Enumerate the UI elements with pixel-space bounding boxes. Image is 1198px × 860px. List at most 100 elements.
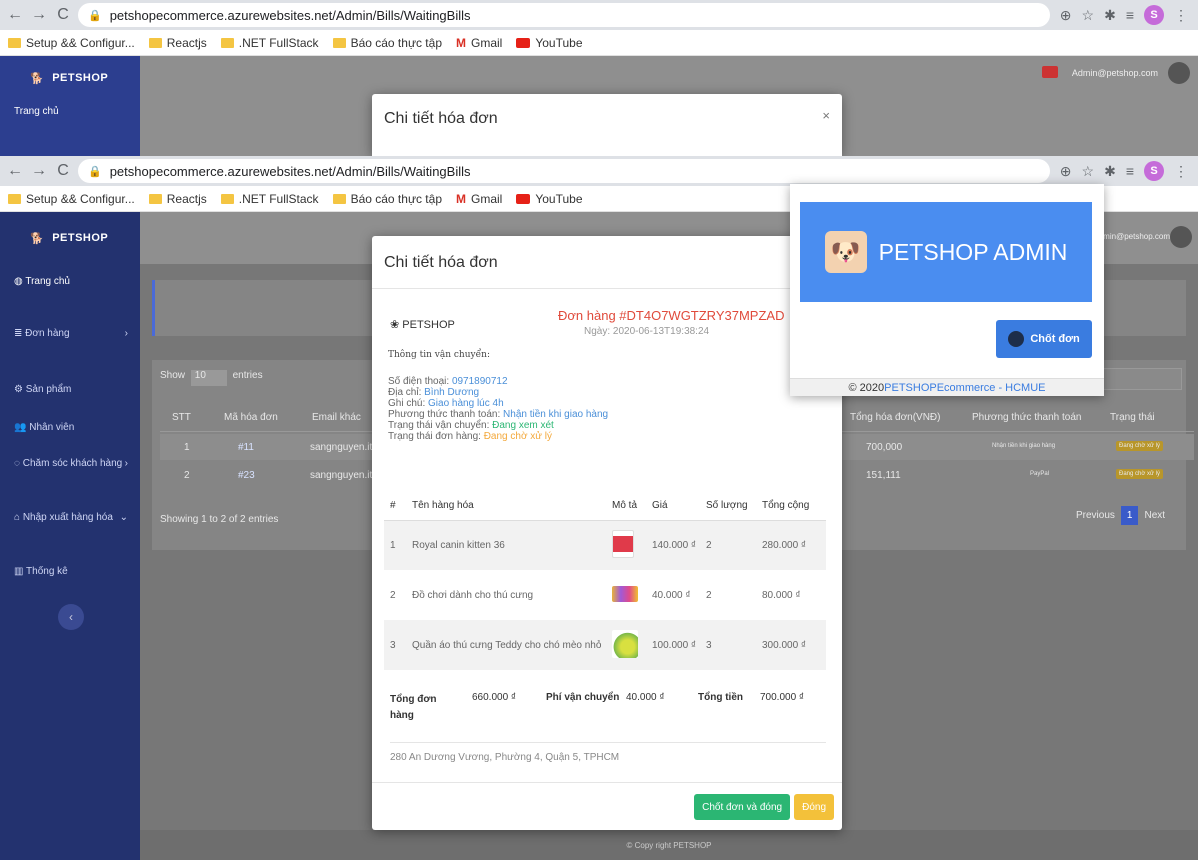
bookmark[interactable]: YouTube [516, 192, 583, 206]
dog-logo-icon: 🐶 [824, 231, 867, 273]
profile-avatar[interactable]: S [1144, 5, 1164, 25]
modal-actions: Chốt đơn và đóng Đóng [694, 794, 834, 820]
puzzle-icon[interactable]: ✱ [1104, 163, 1116, 180]
col-status[interactable]: Trạng thái [1110, 412, 1155, 423]
close-order-button[interactable]: Chốt đơn [996, 320, 1092, 358]
sidebar-item-inventory[interactable]: ⌂ Nhập xuất hàng hóa ⌄ [0, 506, 140, 528]
folder-icon [8, 193, 21, 204]
shipping-info: Số điện thoại: 0971890712 Địa chỉ: Bình … [388, 376, 608, 442]
pager-previous[interactable]: Previous [1076, 510, 1115, 521]
gear-icon: ⚙ [14, 383, 26, 395]
admin-card-footer: © 2020 PETSHOPEcommerce - HCMUE [790, 378, 1104, 396]
order-date: Ngày: 2020-06-13T19:38:24 [584, 326, 710, 337]
collapse-sidebar-button[interactable]: ‹ [58, 604, 84, 630]
star-icon[interactable]: ☆ [1082, 163, 1095, 180]
extensions: ⊕ ☆ ✱ ≡ S ⋮ [1050, 5, 1198, 25]
list-icon: ≣ [14, 327, 26, 339]
close-button[interactable]: Đóng [794, 794, 834, 820]
menu-list-icon[interactable]: ≡ [1126, 163, 1134, 179]
nav-buttons: ← → C [0, 162, 78, 180]
modal-title: Chi tiết hóa đơn [384, 254, 498, 271]
pager-page[interactable]: 1 [1120, 506, 1139, 525]
reload-icon[interactable]: C [54, 162, 72, 180]
kebab-icon[interactable]: ⋮ [1174, 163, 1188, 180]
sidebar-item-orders[interactable]: ≣ Đơn hàng › [0, 322, 140, 344]
user-email[interactable]: dmin@petshop.com [1099, 232, 1170, 241]
chevron-right-icon: › [124, 457, 128, 469]
reload-icon[interactable]: C [54, 6, 72, 24]
puzzle-icon[interactable]: ✱ [1104, 7, 1116, 24]
items-header-row: # Tên hàng hóa Mô tả Giá Số lượng Tổng c… [384, 492, 826, 521]
kebab-icon[interactable]: ⋮ [1174, 7, 1188, 24]
col-payment[interactable]: Phương thức thanh toán [972, 412, 1081, 423]
bookmark[interactable]: .NET FullStack [220, 192, 319, 206]
close-icon[interactable]: × [822, 108, 830, 123]
info-order-status: Trạng thái đơn hàng: Đang chờ xử lý [388, 431, 552, 442]
forward-icon[interactable]: → [30, 6, 48, 24]
avatar[interactable] [1170, 226, 1192, 248]
brand-logo[interactable]: 🐕 PETSHOP [0, 56, 140, 100]
divider [372, 782, 842, 783]
sidebar-item-customer-care[interactable]: ◌ Chăm sóc khách hàng › [0, 452, 140, 474]
back-icon[interactable]: ← [6, 6, 24, 24]
sidebar-item-home[interactable]: Trang chủ [0, 100, 140, 122]
showing-entries: Showing 1 to 2 of 2 entries [160, 514, 279, 525]
sidebar: 🐕 PETSHOP ◍ Trang chủ ≣ Đơn hàng › ⚙ Sản p… [0, 212, 140, 860]
chevron-left-icon: ‹ [69, 610, 73, 624]
confirm-and-close-button[interactable]: Chốt đơn và đóng [694, 794, 791, 820]
forward-icon[interactable]: → [30, 162, 48, 180]
bookmark[interactable]: YouTube [516, 36, 583, 50]
bookmark[interactable]: Setup && Configur... [8, 192, 135, 206]
bookmark[interactable]: M Gmail [456, 36, 502, 50]
grand-total-label: Tổng tiền [698, 692, 743, 703]
sidebar-item-home[interactable]: ◍ Trang chủ [0, 270, 140, 292]
sidebar-item-staff[interactable]: 👥 Nhân viên [0, 416, 140, 438]
zoom-icon[interactable]: ⊕ [1060, 163, 1072, 180]
items-table: # Tên hàng hóa Mô tả Giá Số lượng Tổng c… [384, 492, 826, 670]
sidebar-item-stats[interactable]: ▥ Thống kê [0, 560, 140, 582]
admin-banner-title: PETSHOP ADMIN [878, 238, 1068, 265]
grand-total-value: 700.000 ₫ [760, 692, 805, 703]
extensions: ⊕ ☆ ✱ ≡ S ⋮ [1050, 161, 1198, 181]
status-badge: Đang chờ xử lý [1116, 441, 1163, 451]
status-badge: Đang chờ xử lý [1116, 469, 1163, 479]
cat-food-thumb [612, 529, 634, 558]
address-bar[interactable]: 🔒 petshopecommerce.azurewebsites.net/Adm… [78, 3, 1050, 27]
footer-link[interactable]: PETSHOPEcommerce - HCMUE [884, 382, 1045, 394]
lock-icon: 🔒 [88, 165, 102, 178]
menu-list-icon[interactable]: ≡ [1126, 7, 1134, 23]
bookmark[interactable]: .NET FullStack [220, 36, 319, 50]
url-text: petshopecommerce.azurewebsites.net/Admin… [109, 7, 471, 23]
folder-icon [8, 37, 21, 48]
bookmark[interactable]: Reactjs [148, 36, 207, 50]
bookmark[interactable]: Báo cáo thực tập [332, 36, 442, 50]
back-icon[interactable]: ← [6, 162, 24, 180]
divider [390, 742, 826, 743]
chart-icon: ▥ [14, 565, 27, 577]
zoom-icon[interactable]: ⊕ [1060, 7, 1072, 24]
user-email[interactable]: Admin@petshop.com [1072, 68, 1158, 78]
col-email[interactable]: Email khác [312, 412, 361, 423]
profile-avatar[interactable]: S [1144, 161, 1164, 181]
brand-logo[interactable]: 🐕 PETSHOP [0, 212, 140, 264]
bookmark[interactable]: Setup && Configur... [8, 36, 135, 50]
chevron-right-icon: › [124, 327, 128, 339]
table-row: 3 Quần áo thú cưng Teddy cho chó mèo nhỏ… [384, 620, 826, 670]
bookmark[interactable]: Báo cáo thực tập [332, 192, 442, 206]
sidebar-item-products[interactable]: ⚙ Sản phẩm [0, 378, 140, 400]
info-address: Địa chỉ: Bình Dương [388, 387, 480, 398]
bookmark[interactable]: M Gmail [456, 192, 502, 206]
col-stt[interactable]: STT [172, 412, 191, 423]
bill-detail-modal: Chi tiết hóa đơn ❀ PETSHOP Đơn hàng #DT4… [372, 236, 842, 830]
col-code[interactable]: Mã hóa đơn [224, 412, 278, 423]
entries-select[interactable]: 10 [190, 370, 227, 386]
pager-next[interactable]: Next [1144, 510, 1165, 521]
modal-title: Chi tiết hóa đơn [384, 110, 498, 127]
notification-icon[interactable] [1042, 66, 1058, 78]
avatar[interactable] [1168, 62, 1190, 84]
bookmark[interactable]: Reactjs [148, 192, 207, 206]
gmail-icon: M [456, 191, 466, 206]
address-bar[interactable]: 🔒 petshopecommerce.azurewebsites.net/Adm… [78, 159, 1050, 183]
star-icon[interactable]: ☆ [1082, 7, 1095, 24]
col-total[interactable]: Tổng hóa đơn(VNĐ) [850, 412, 941, 423]
